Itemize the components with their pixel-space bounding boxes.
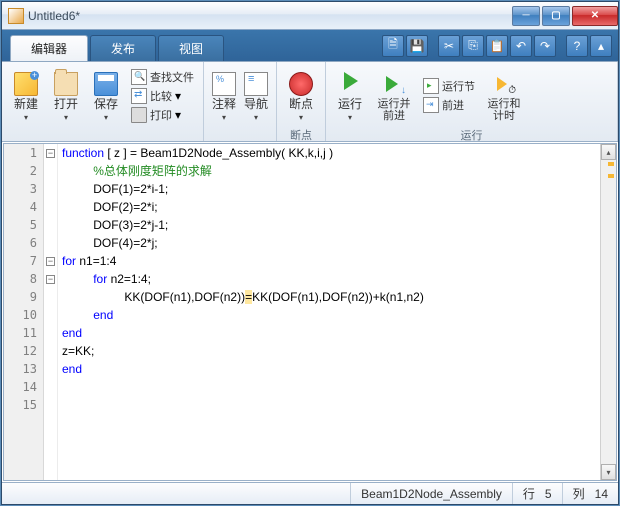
fold-gutter: − − − [44,144,58,480]
comment-button[interactable]: 注释 ▾ [208,64,240,127]
ribbon: 新建 ▾ 打开 ▾ 保存 ▾ 查找文件 比较 ▾ 打印 ▾ [2,62,618,142]
qat-redo-icon[interactable]: ↷ [534,35,556,57]
qat-separator [558,35,564,57]
open-icon [54,72,78,96]
save-icon [94,72,118,96]
group-breakpoints: 断点 ▾ 断点 [277,62,326,141]
qat-paste-icon[interactable]: 📋 [486,35,508,57]
find-icon [131,69,147,85]
run-button[interactable]: 运行 ▾ [330,64,370,127]
nav-icon [244,72,268,96]
run-section-button[interactable]: 运行节 [420,77,478,95]
fold-toggle[interactable]: − [46,257,55,266]
fold-toggle[interactable]: − [46,275,55,284]
ribbon-tabstrip: 编辑器 发布 视图 🗎 💾 ✂ ⎘ 📋 ↶ ↷ ? ▴ [2,30,618,62]
titlebar: Untitled6* ─ ▢ ✕ [2,2,618,30]
run-advance-button[interactable]: 运行并 前进 [370,64,418,127]
window-title: Untitled6* [28,9,80,23]
qat-doc-icon[interactable]: 🗎 [382,35,404,57]
dropdown-icon: ▾ [104,113,108,122]
status-row: 行 5 [512,483,562,504]
qat-copy-icon[interactable]: ⎘ [462,35,484,57]
qat-cut-icon[interactable]: ✂ [438,35,460,57]
breakpoints-button[interactable]: 断点 ▾ [281,64,321,127]
fold-toggle[interactable]: − [46,149,55,158]
section-icon [423,78,439,94]
scroll-marker [608,162,614,166]
advance-icon [423,97,439,113]
qat-minimize-ribbon-icon[interactable]: ▴ [590,35,612,57]
scroll-down-button[interactable]: ▾ [601,464,616,480]
open-button[interactable]: 打开 ▾ [46,64,86,127]
close-button[interactable]: ✕ [572,6,618,26]
qat-undo-icon[interactable]: ↶ [510,35,532,57]
timer-icon [492,72,516,96]
tab-publish[interactable]: 发布 [90,35,156,61]
new-icon [14,72,38,96]
statusbar: Beam1D2Node_Assembly 行 5 列 14 [2,482,618,504]
status-function: Beam1D2Node_Assembly [350,483,512,504]
qat-save-icon[interactable]: 💾 [406,35,428,57]
qat-separator [430,35,436,57]
group-run: 运行 ▾ 运行并 前进 运行节 前进 运行和 计时 运行 [326,62,618,141]
navigate-button[interactable]: 导航 ▾ [240,64,272,127]
editor-window: Untitled6* ─ ▢ ✕ 编辑器 发布 视图 🗎 💾 ✂ ⎘ 📋 ↶ ↷… [1,1,619,505]
compare-icon [131,88,147,104]
qat-help-icon[interactable]: ? [566,35,588,57]
code-editor[interactable]: 1 2 3 4 5 6 7 8 9 10 11 12 13 14 15 − − … [3,143,617,481]
find-files-button[interactable]: 查找文件 [128,68,197,86]
tab-view[interactable]: 视图 [158,35,224,61]
comment-icon [212,72,236,96]
status-col: 列 14 [562,483,618,504]
tab-editor[interactable]: 编辑器 [10,35,88,61]
code-area[interactable]: function [ z ] = Beam1D2Node_Assembly( K… [58,144,616,480]
dropdown-icon: ▾ [64,113,68,122]
app-icon [8,8,24,24]
new-button[interactable]: 新建 ▾ [6,64,46,127]
minimize-button[interactable]: ─ [512,6,540,26]
print-icon [131,107,147,123]
compare-button[interactable]: 比较 ▾ [128,87,197,105]
group-file: 新建 ▾ 打开 ▾ 保存 ▾ 查找文件 比较 ▾ 打印 ▾ [2,62,204,141]
vertical-scrollbar[interactable]: ▴ ▾ [600,144,616,480]
run-time-button[interactable]: 运行和 计时 [480,64,528,127]
scroll-marker [608,174,614,178]
dropdown-icon: ▾ [24,113,28,122]
maximize-button[interactable]: ▢ [542,6,570,26]
group-nav: 注释 ▾ 导航 ▾ [204,62,277,141]
save-button[interactable]: 保存 ▾ [86,64,126,127]
scroll-up-button[interactable]: ▴ [601,144,616,160]
line-number-gutter: 1 2 3 4 5 6 7 8 9 10 11 12 13 14 15 [4,144,44,480]
run-icon [344,72,358,90]
quick-access-toolbar: 🗎 💾 ✂ ⎘ 📋 ↶ ↷ ? ▴ [382,30,618,61]
advance-button[interactable]: 前进 [420,96,478,114]
print-button[interactable]: 打印 ▾ [128,106,197,124]
run-advance-icon [382,72,406,96]
breakpoint-icon [289,72,313,96]
